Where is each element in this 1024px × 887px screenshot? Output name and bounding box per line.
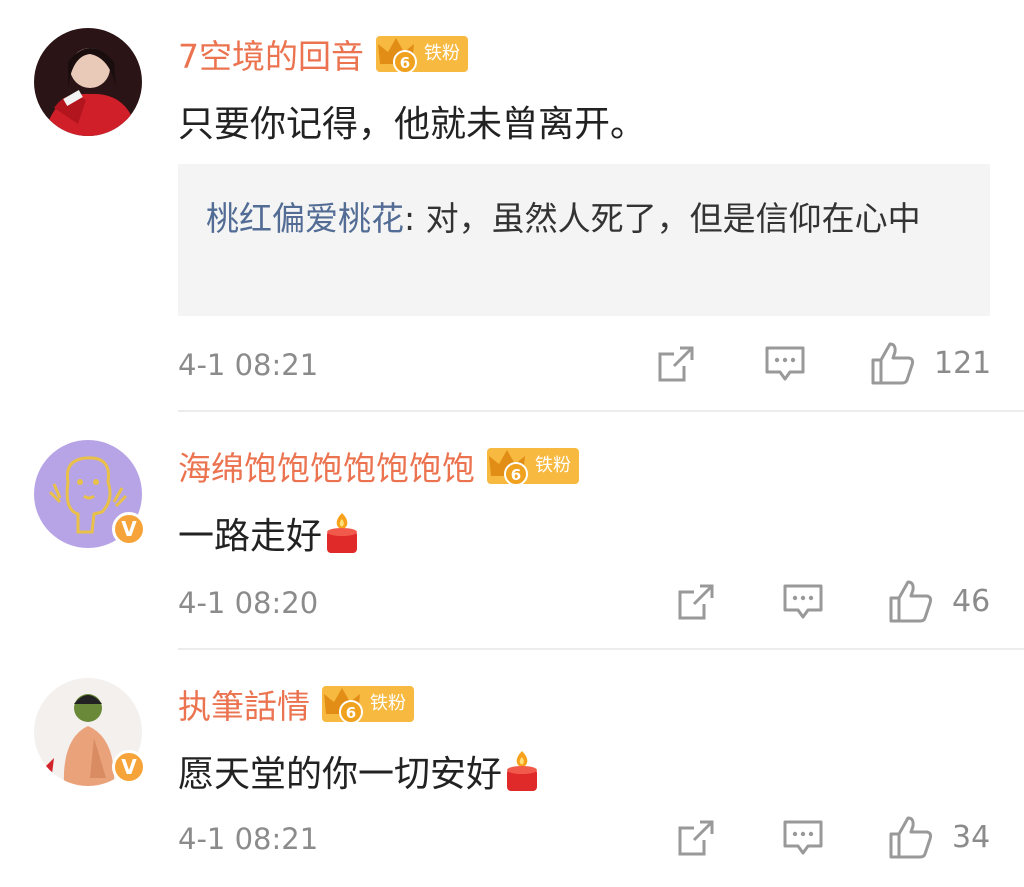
comment-button[interactable] xyxy=(782,582,824,622)
timestamp: 4-1 08:21 xyxy=(178,822,319,856)
reply-quote[interactable]: 桃红偏爱桃花: 对，虽然人死了，但是信仰在心中 xyxy=(178,164,990,316)
fan-badge[interactable]: 6 铁粉 xyxy=(376,36,468,74)
username[interactable]: 执筆話情 6 铁粉 xyxy=(178,678,414,730)
comment-icon xyxy=(783,820,823,855)
comment-item: V 执筆話情 6 铁粉 愿天堂的你一切安好 4-1 08:21 34 xyxy=(0,650,1024,887)
fan-badge[interactable]: 6 铁粉 xyxy=(487,448,579,486)
fan-badge[interactable]: 6 铁粉 xyxy=(322,686,414,724)
username[interactable]: 7空境的回音 6 铁粉 xyxy=(178,28,468,80)
fan-badge-label: 铁粉 xyxy=(424,43,460,64)
username-text[interactable]: 7空境的回音 xyxy=(178,30,364,78)
crown-icon: 6 xyxy=(489,450,528,486)
reply-username[interactable]: 桃红偏爱桃花 xyxy=(206,199,404,238)
share-button[interactable] xyxy=(676,818,716,858)
candle-emoji-icon xyxy=(327,513,358,553)
crown-icon: 6 xyxy=(324,688,363,724)
like-count: 121 xyxy=(934,345,992,381)
thumbs-up-icon xyxy=(871,342,915,385)
username-text[interactable]: 海绵饱饱饱饱饱饱饱 xyxy=(178,442,475,490)
comment-item: 7空境的回音 6 铁粉 只要你记得，他就未曾离开。 桃红偏爱桃花: 对，虽然人死… xyxy=(0,0,1024,410)
comment-button[interactable] xyxy=(782,818,824,858)
like-count: 46 xyxy=(952,583,991,619)
avatar[interactable]: V xyxy=(34,440,146,548)
avatar-image xyxy=(34,28,142,136)
comment-item: V 海绵饱饱饱饱饱饱饱 6 铁粉 一路走好 4-1 08:20 46 xyxy=(0,412,1024,648)
comment-icon xyxy=(765,346,805,381)
timestamp: 4-1 08:20 xyxy=(178,586,319,620)
like-button[interactable]: 46 xyxy=(888,578,990,624)
comment-text: 愿天堂的你一切安好 xyxy=(178,744,540,798)
username[interactable]: 海绵饱饱饱饱饱饱饱 6 铁粉 xyxy=(178,440,579,492)
verified-v-icon: V xyxy=(112,750,146,784)
comment-icon xyxy=(783,584,823,619)
comment-button[interactable] xyxy=(764,344,806,384)
comment-text: 只要你记得，他就未曾离开。 xyxy=(178,104,647,145)
like-button[interactable]: 121 xyxy=(870,340,991,386)
share-icon xyxy=(678,584,714,620)
share-icon xyxy=(658,346,694,382)
fan-badge-label: 铁粉 xyxy=(535,455,571,476)
comment-text: 一路走好 xyxy=(178,506,360,560)
like-button[interactable]: 34 xyxy=(888,814,990,860)
like-count: 34 xyxy=(952,819,991,855)
share-button[interactable] xyxy=(656,344,696,384)
reply-text: : 对，虽然人死了，但是信仰在心中 xyxy=(404,199,921,238)
avatar[interactable] xyxy=(34,28,142,136)
svg-text:6: 6 xyxy=(511,466,521,484)
timestamp: 4-1 08:21 xyxy=(178,348,319,382)
svg-text:6: 6 xyxy=(346,704,356,722)
candle-emoji-icon xyxy=(507,751,538,791)
verified-v-icon: V xyxy=(112,512,146,546)
username-text[interactable]: 执筆話情 xyxy=(178,680,310,728)
share-button[interactable] xyxy=(676,582,716,622)
thumbs-up-icon xyxy=(889,816,933,859)
fan-badge-label: 铁粉 xyxy=(370,693,406,714)
thumbs-up-icon xyxy=(889,580,933,623)
avatar[interactable]: V xyxy=(34,678,146,786)
share-icon xyxy=(678,820,714,856)
svg-text:6: 6 xyxy=(400,54,410,72)
crown-icon: 6 xyxy=(378,38,417,74)
